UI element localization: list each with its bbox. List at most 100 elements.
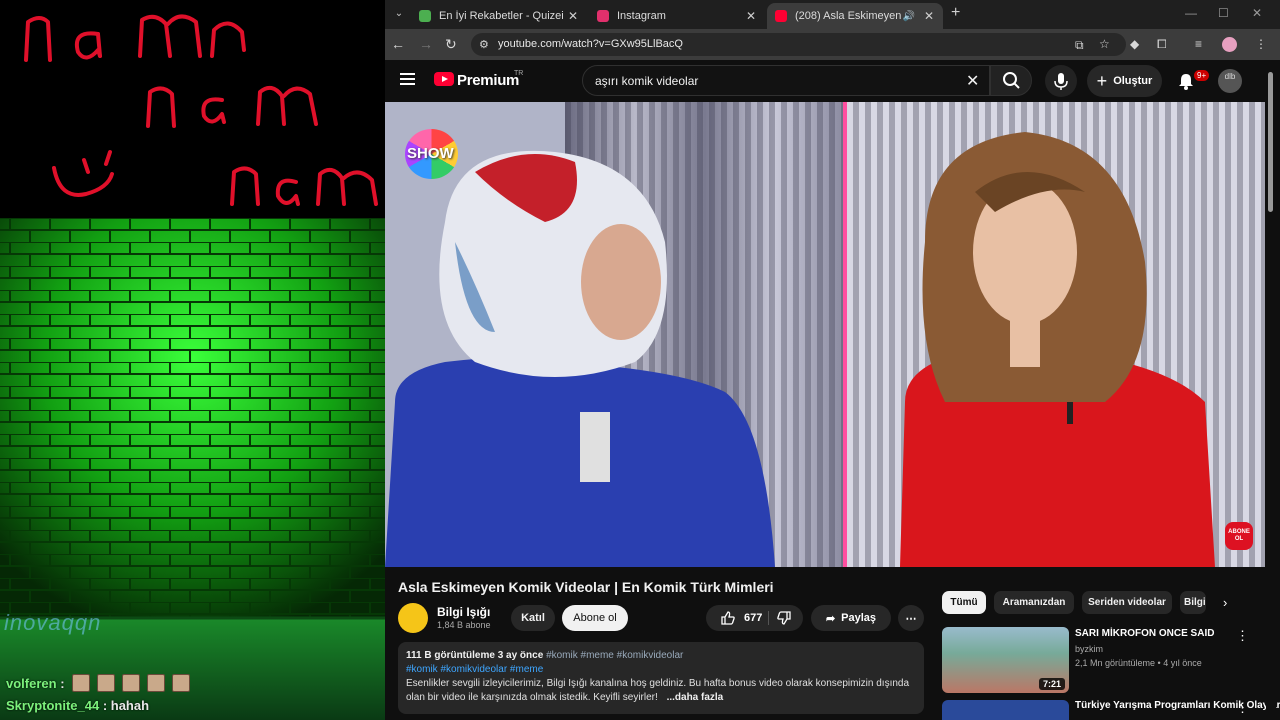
like-count: 677 (744, 612, 763, 624)
search-query: aşırı komik videolar (595, 74, 699, 88)
tab-quizei[interactable]: En İyi Rekabetler - Quizei ✕ (411, 3, 587, 29)
brick-wall-background: inovaqqn volferen : Skryptonite_44 : hah… (0, 218, 385, 720)
page-scrollbar[interactable] (1266, 60, 1276, 720)
maximize-icon[interactable]: ☐ (1218, 6, 1229, 20)
chip-all[interactable]: Tümü (942, 591, 986, 614)
channel-avatar[interactable] (398, 603, 428, 633)
address-bar[interactable]: ⚙ youtube.com/watch?v=GXw95LlBacQ ⧉ ☆ (471, 33, 1126, 56)
emote-icon (96, 674, 115, 692)
account-avatar[interactable]: dlb (1218, 69, 1242, 93)
emote-icon (121, 674, 140, 692)
tab-title: En İyi Rekabetler - Quizei (439, 10, 564, 22)
emote-icon (71, 674, 90, 692)
browser-window: ⌄ En İyi Rekabetler - Quizei ✕ Instagram… (385, 0, 1280, 720)
new-tab-button[interactable]: + (951, 4, 960, 22)
join-button[interactable]: Katıl (511, 605, 555, 631)
browser-profile-avatar[interactable] (1222, 37, 1237, 52)
notification-badge: 9+ (1194, 70, 1210, 81)
quizei-favicon-icon (419, 10, 431, 22)
show-more-link[interactable]: ...daha fazla (667, 692, 724, 703)
youtube-brand[interactable]: Premium (457, 72, 519, 89)
site-info-icon[interactable]: ⚙ (479, 38, 489, 51)
chevron-right-icon[interactable]: › (1223, 595, 1227, 610)
voice-search-button[interactable] (1045, 65, 1077, 97)
tab-youtube[interactable]: (208) Asla Eskimeyen Komik 🔊 ✕ (767, 3, 943, 29)
reload-icon[interactable]: ↻ (445, 36, 457, 53)
forward-icon[interactable]: → (419, 36, 433, 52)
description-meta: 111 B görüntüleme 3 ay önce #komik #meme… (406, 649, 916, 663)
views-and-date: 111 B görüntüleme 3 ay önce (406, 650, 544, 661)
close-icon[interactable]: ✕ (921, 9, 937, 23)
chip-channel[interactable]: Bilgi (1180, 591, 1206, 614)
emote-icon (146, 674, 165, 692)
browser-menu-icon[interactable]: ⋮ (1255, 37, 1267, 51)
browser-toolbar: ← → ↻ ⚙ youtube.com/watch?v=GXw95LlBacQ … (385, 29, 1280, 60)
close-icon[interactable]: ✕ (743, 9, 759, 23)
scrollbar-thumb[interactable] (1268, 72, 1273, 212)
speaker-icon[interactable]: 🔊 (903, 11, 915, 22)
url-text: youtube.com/watch?v=GXw95LlBacQ (498, 38, 683, 50)
close-window-icon[interactable]: ✕ (1252, 6, 1262, 20)
plus-icon: + (1096, 70, 1108, 91)
recommendation-channel[interactable]: byzkim (1075, 644, 1103, 654)
create-label: Oluştur (1113, 75, 1153, 87)
thumbs-up-icon[interactable] (720, 610, 736, 626)
thumbs-down-icon[interactable] (776, 610, 792, 626)
share-arrow-icon: ➦ (825, 612, 836, 625)
youtube-masthead: Premium TR aşırı komik videolar ✕ + Oluş… (385, 60, 1265, 102)
extensions-puzzle-icon[interactable]: ⧠ (1157, 37, 1167, 52)
recommendation-meta: 2,1 Mn görüntüleme • 4 yıl önce (1075, 658, 1202, 668)
create-button[interactable]: + Oluştur (1087, 65, 1162, 97)
back-icon[interactable]: ← (391, 36, 405, 52)
subscribe-button[interactable]: Abone ol (562, 605, 628, 631)
notifications-bell-icon[interactable] (1176, 71, 1196, 91)
description-tags: #komik #meme #komikvideolar (546, 650, 684, 661)
media-control-icon[interactable]: ≡ (1195, 37, 1202, 51)
search-input[interactable]: aşırı komik videolar ✕ (582, 65, 990, 96)
description-body: Esenlikler sevgili izleyicilerimiz, Bilg… (406, 677, 916, 705)
chip-from-search[interactable]: Aramanızdan (994, 591, 1074, 614)
chat-message: hahah (110, 697, 150, 713)
chat-username: Skryptonite_44 (6, 697, 100, 713)
extension-diamond-icon[interactable]: ◆ (1130, 37, 1139, 51)
chat-separator: : (99, 697, 111, 713)
chat-line: volferen : (6, 672, 190, 694)
tab-instagram[interactable]: Instagram ✕ (589, 3, 765, 29)
youtube-logo-icon[interactable] (434, 72, 454, 86)
video-title: Asla Eskimeyen Komik Videolar | En Komik… (398, 579, 774, 595)
handwritten-drawing (24, 14, 378, 206)
description-box[interactable]: 111 B görüntüleme 3 ay önce #komik #meme… (398, 642, 924, 714)
tab-title: (208) Asla Eskimeyen Komik (795, 10, 903, 22)
recommendation-title[interactable]: Türkiye Yarışma Programları Komik Olayla… (1075, 700, 1280, 711)
more-actions-icon[interactable]: ⋯ (898, 605, 924, 631)
install-icon[interactable]: ⧉ (1075, 38, 1084, 53)
drawing-panel (0, 0, 385, 218)
share-button[interactable]: ➦ Paylaş (811, 605, 891, 631)
clear-search-icon[interactable]: ✕ (966, 71, 979, 91)
close-icon[interactable]: ✕ (565, 9, 581, 23)
subscriber-count: 1,84 B abone (437, 620, 491, 630)
channel-name[interactable]: Bilgi Işığı (437, 605, 490, 619)
hashtag-links[interactable]: #komik #komikvideolar #meme (406, 663, 916, 677)
recommendation-thumbnail[interactable] (942, 700, 1069, 720)
stream-chat: volferen : Skryptonite_44 : hahah (6, 672, 190, 716)
share-label: Paylaş (841, 612, 877, 624)
chip-series[interactable]: Seriden videolar (1082, 591, 1172, 614)
channel-watermark: SHOW (407, 145, 454, 162)
recommendation-thumbnail[interactable]: 7:21 (942, 627, 1069, 693)
search-icon (1003, 72, 1020, 89)
search-button[interactable] (990, 65, 1032, 96)
bookmark-star-icon[interactable]: ☆ (1099, 37, 1110, 51)
menu-icon[interactable] (400, 73, 415, 88)
video-player[interactable]: SHOW ABONE OL (385, 102, 1265, 567)
recommendation-title[interactable]: SARI MİKROFON ONCE SAID (1075, 628, 1235, 639)
tab-search-icon[interactable]: ⌄ (389, 5, 409, 23)
more-options-icon[interactable]: ⋮ (1236, 628, 1249, 644)
subscribe-overlay-badge[interactable]: ABONE OL (1225, 522, 1253, 550)
instagram-favicon-icon (597, 10, 609, 22)
emote-icon (171, 674, 190, 692)
like-dislike-group: 677 (706, 605, 803, 631)
minimize-icon[interactable]: — (1185, 6, 1197, 20)
youtube-favicon-icon (775, 10, 787, 22)
more-options-icon[interactable]: ⋮ (1236, 700, 1249, 716)
